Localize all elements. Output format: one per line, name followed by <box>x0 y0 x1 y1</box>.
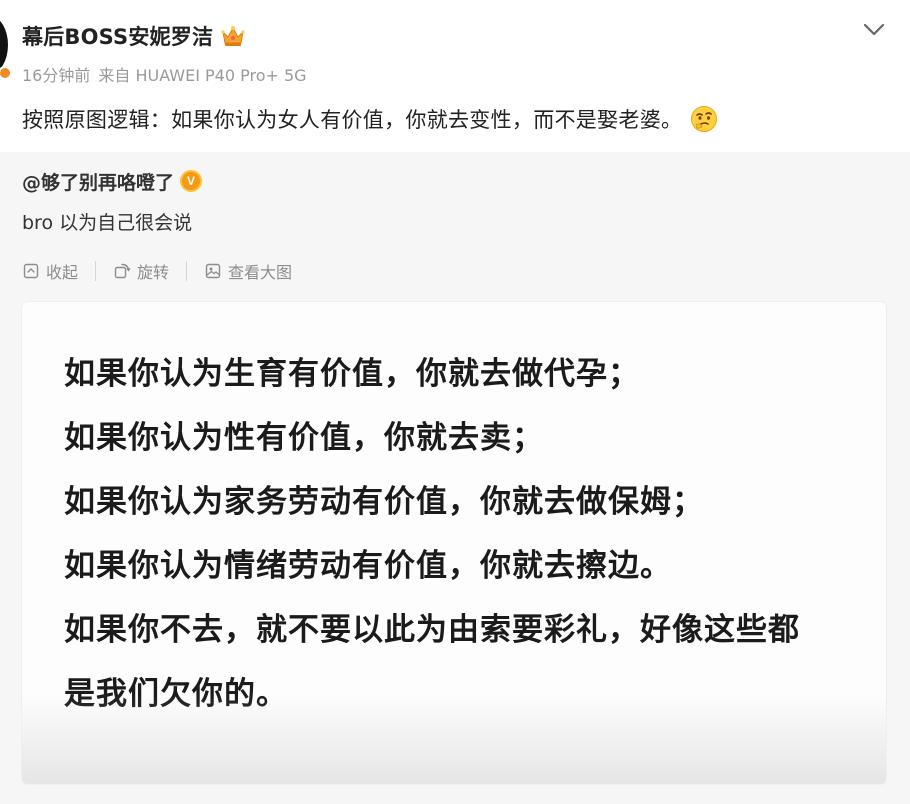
thinking-face-icon <box>690 105 718 133</box>
verified-badge-icon: V <box>180 170 203 192</box>
repost-text: bro 以为自己很会说 <box>22 212 193 234</box>
action-divider <box>186 261 188 281</box>
image-text-line: 如果你认为性有价值，你就去卖； <box>64 420 544 456</box>
repost-user-row: @够了别再咯噔了 V <box>22 167 203 195</box>
image-bottom-shade <box>22 694 886 784</box>
post-text: 按照原图逻辑：如果你认为女人有价值，你就去变性，而不是娶老婆。 <box>22 108 683 132</box>
view-image-button[interactable]: 查看大图 <box>204 259 292 283</box>
image-text-line: 如果你认为家务劳动有价值，你就去做保姆； <box>64 484 704 520</box>
post-user-name[interactable]: 幕后BOSS安妮罗洁 <box>22 21 213 51</box>
repost-image[interactable]: 如果你认为生育有价值，你就去做代孕； 如果你认为性有价值，你就去卖； 如果你认为… <box>22 302 886 784</box>
post-time: 16分钟前 <box>22 66 91 85</box>
image-actions: 收起 旋转 查看大图 <box>22 258 292 284</box>
repost-card[interactable]: @够了别再咯噔了 V bro 以为自己很会说 收起 旋转 查看大图 如果你认为生… <box>0 152 910 804</box>
weibo-post-page: 幕后BOSS安妮罗洁 16分钟前 来自 HUAWEI P40 Pro+ 5G 按… <box>0 0 910 804</box>
post-body: 按照原图逻辑：如果你认为女人有价值，你就去变性，而不是娶老婆。 <box>22 104 718 134</box>
image-text-line: 如果你不去，就不要以此为由索要彩礼，好像这些都 <box>64 612 800 648</box>
rotate-label: 旋转 <box>137 263 170 282</box>
post-user-row: 幕后BOSS安妮罗洁 <box>22 21 245 51</box>
image-text-line: 如果你认为生育有价值，你就去做代孕； <box>64 356 640 392</box>
avatar-badge <box>0 66 12 80</box>
view-image-icon <box>205 263 221 279</box>
action-divider <box>95 261 97 281</box>
collapse-label: 收起 <box>46 263 79 282</box>
image-text-line: 如果你认为情绪劳动有价值，你就去擦边。 <box>64 548 672 584</box>
rotate-button[interactable]: 旋转 <box>113 259 169 283</box>
chevron-down-icon[interactable] <box>862 20 886 40</box>
crown-icon <box>221 25 245 47</box>
view-image-label: 查看大图 <box>228 263 293 282</box>
post-meta: 16分钟前 来自 HUAWEI P40 Pro+ 5G <box>22 62 307 86</box>
collapse-button[interactable]: 收起 <box>22 259 78 283</box>
image-text-block: 如果你认为生育有价值，你就去做代孕； 如果你认为性有价值，你就去卖； 如果你认为… <box>64 342 884 726</box>
post-source[interactable]: 来自 HUAWEI P40 Pro+ 5G <box>98 62 306 86</box>
repost-user-name[interactable]: @够了别再咯噔了 <box>22 168 174 195</box>
rotate-icon <box>114 263 131 279</box>
collapse-icon <box>23 263 39 279</box>
